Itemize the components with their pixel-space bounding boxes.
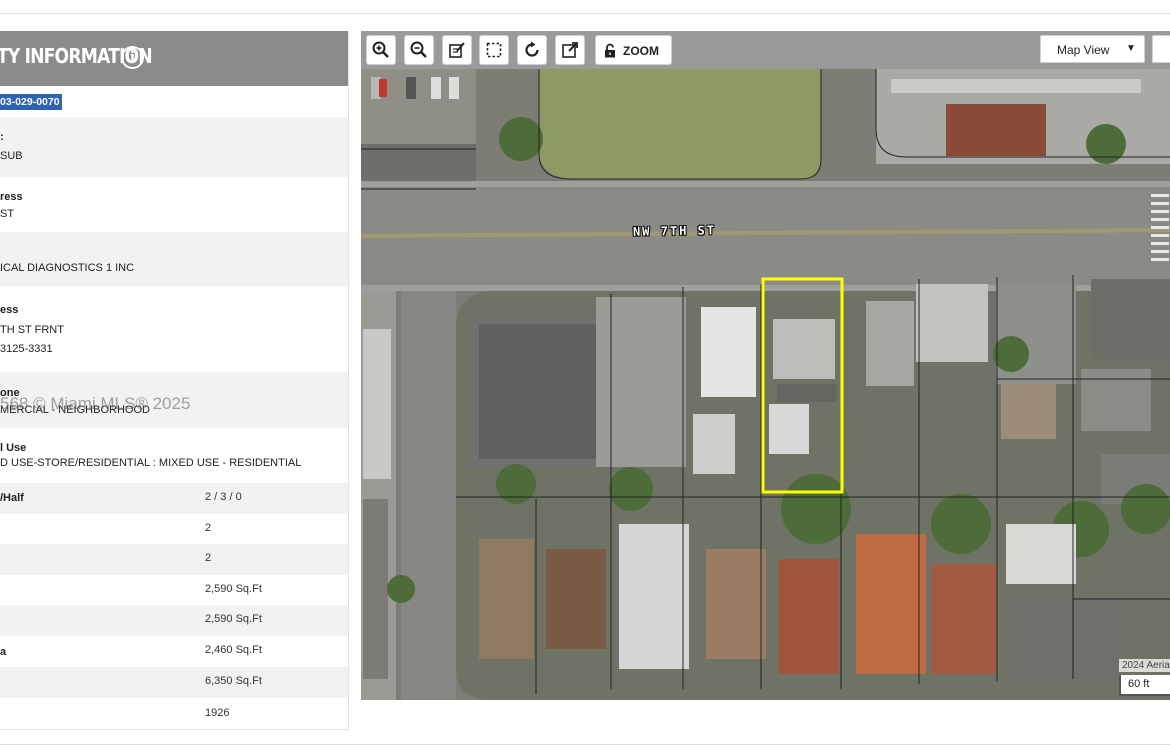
- map-viewer[interactable]: ZOOM Map View ▼ NW 7TH ST 2024 Aeria 60 …: [361, 31, 1170, 700]
- stat-row: /Half 2 / 3 / 0: [0, 483, 348, 514]
- building: [916, 284, 988, 362]
- stat-value: 2,590 Sq.Ft: [205, 613, 262, 625]
- field-label: :: [0, 131, 4, 143]
- subject-building: [773, 319, 835, 379]
- lock-open-icon: [605, 43, 615, 58]
- field-label: ress: [0, 191, 23, 203]
- field-row: ress ST: [0, 177, 348, 232]
- stat-value: 6,350 Sq.Ft: [205, 675, 262, 687]
- imagery-year-label: 2024 Aeria: [1119, 659, 1170, 672]
- stat-row: 6,350 Sq.Ft: [0, 667, 348, 698]
- field-value-line2: 3125-3331: [0, 343, 53, 355]
- top-divider: [0, 13, 1170, 14]
- field-label: l Use: [0, 442, 27, 454]
- field-label: ess: [0, 304, 19, 316]
- field-row: : SUB: [0, 117, 348, 177]
- watermark: 568 © Miami MLS® 2025: [0, 394, 191, 413]
- roof: [946, 104, 1046, 156]
- house: [931, 564, 996, 674]
- map-toolbar: ZOOM Map View ▼: [361, 31, 1170, 69]
- info-icon[interactable]: i: [121, 46, 144, 69]
- external-link-icon: [562, 42, 578, 58]
- house: [779, 559, 839, 674]
- building: [701, 307, 756, 397]
- zoom-out-button[interactable]: [404, 35, 434, 65]
- house: [619, 524, 689, 669]
- select-area-icon: [486, 42, 502, 58]
- field-value: SUB: [0, 150, 23, 162]
- zoom-in-button[interactable]: [366, 35, 396, 65]
- bottom-divider: [0, 744, 1170, 745]
- chevron-down-icon: ▼: [1126, 43, 1136, 54]
- stat-row: a 2,460 Sq.Ft: [0, 636, 348, 667]
- field-row: ICAL DIAGNOSTICS 1 INC: [0, 232, 348, 286]
- house: [479, 539, 534, 659]
- zoom-out-icon: [410, 41, 427, 58]
- house: [1006, 524, 1076, 584]
- stat-row: 1926: [0, 698, 348, 729]
- building: [866, 301, 914, 386]
- edit-icon: [449, 42, 465, 58]
- zoom-label: ZOOM: [623, 44, 659, 58]
- panel-header: TY INFORMATION i: [0, 31, 348, 86]
- house: [856, 534, 926, 674]
- field-row: l Use D USE-STORE/RESIDENTIAL : MIXED US…: [0, 428, 348, 483]
- edit-button[interactable]: [442, 35, 472, 65]
- stat-row: 2,590 Sq.Ft: [0, 605, 348, 636]
- parking-lot: [596, 297, 686, 467]
- map-view-select[interactable]: Map View ▼: [1040, 35, 1145, 63]
- street-label: NW 7TH ST: [632, 223, 717, 239]
- house: [1011, 599, 1121, 679]
- select-area-button[interactable]: [479, 35, 509, 65]
- stat-label: a: [0, 646, 7, 658]
- stat-row: 2,590 Sq.Ft: [0, 575, 348, 605]
- stat-row: 2: [0, 544, 348, 575]
- field-row: ess TH ST FRNT 3125-3331: [0, 286, 348, 372]
- stat-value: 1926: [205, 707, 230, 719]
- zoom-lock-button[interactable]: ZOOM: [595, 35, 672, 65]
- stat-value: 2: [205, 522, 212, 534]
- map-view-label: Map View: [1057, 43, 1110, 57]
- field-value: D USE-STORE/RESIDENTIAL : MIXED USE - RE…: [0, 457, 302, 469]
- stat-row: 2: [0, 514, 348, 544]
- field-value: ICAL DIAGNOSTICS 1 INC: [0, 262, 135, 274]
- stat-value: 2 / 3 / 0: [205, 491, 242, 503]
- stat-value: 2: [205, 552, 212, 564]
- field-value: TH ST FRNT: [0, 324, 64, 336]
- side-street: [401, 291, 456, 700]
- folio-row: 03-029-0070: [0, 86, 348, 117]
- field-value: ST: [0, 208, 15, 220]
- scale-bar: 60 ft: [1119, 675, 1170, 696]
- aerial-map-image: [361, 69, 1170, 700]
- map-extra-button[interactable]: [1152, 35, 1170, 63]
- folio-number[interactable]: 03-029-0070: [0, 94, 62, 110]
- refresh-icon: [525, 41, 539, 57]
- house: [706, 549, 766, 659]
- stat-value: 2,590 Sq.Ft: [205, 583, 262, 595]
- property-info-panel: TY INFORMATION i 03-029-0070 : SUB ress …: [0, 31, 349, 730]
- zoom-in-icon: [372, 41, 389, 58]
- house: [546, 549, 606, 649]
- stat-value: 2,460 Sq.Ft: [205, 644, 262, 656]
- refresh-button[interactable]: [517, 35, 547, 65]
- stat-label: /Half: [0, 492, 24, 504]
- open-external-button[interactable]: [555, 35, 585, 65]
- green-lot: [539, 69, 821, 179]
